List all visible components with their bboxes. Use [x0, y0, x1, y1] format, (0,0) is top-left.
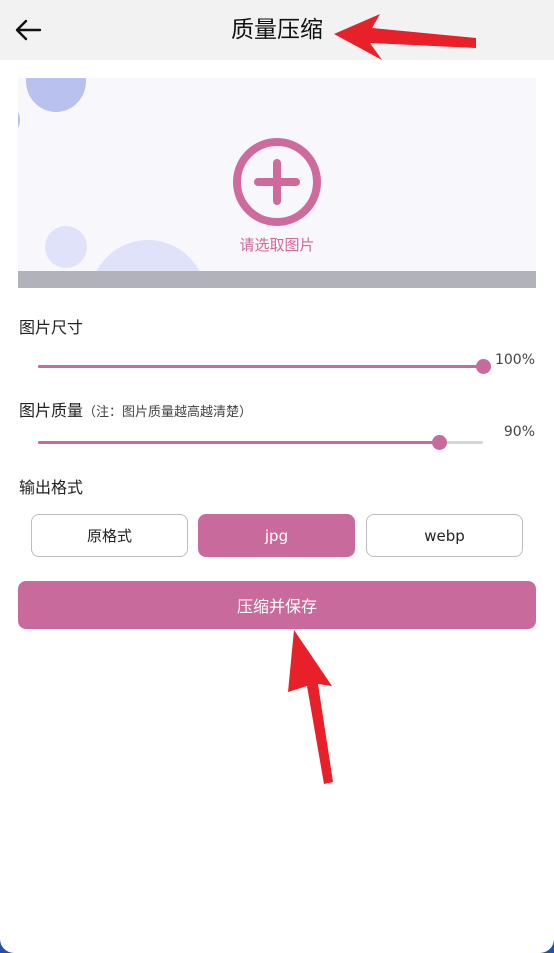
decor-bubble — [26, 78, 86, 112]
format-option-webp[interactable]: webp — [366, 514, 523, 557]
back-button[interactable] — [10, 12, 46, 48]
annotation-arrow-icon — [288, 630, 333, 784]
quality-value: 90% — [503, 424, 535, 440]
back-arrow-icon — [15, 19, 42, 41]
pick-image-label: 请选取图片 — [239, 236, 315, 254]
app-screen: 质量压缩 请选取图片 图片尺寸 100% 图片质量（注：图片质量越高越清楚） 9… — [0, 0, 554, 953]
format-option-jpg[interactable]: jpg — [198, 514, 355, 557]
page-title: 质量压缩 — [231, 17, 323, 43]
quality-label-text: 图片质量 — [19, 401, 84, 420]
image-picker[interactable]: 请选取图片 — [18, 78, 536, 288]
size-section-label: 图片尺寸 — [19, 318, 84, 337]
compress-save-button[interactable]: 压缩并保存 — [18, 581, 536, 629]
slider-thumb[interactable] — [476, 359, 491, 374]
picker-bottom-strip — [18, 271, 536, 288]
size-value: 100% — [494, 352, 535, 368]
quality-slider[interactable] — [38, 432, 483, 452]
slider-fill — [38, 365, 483, 368]
add-circle-icon — [233, 138, 321, 226]
quality-section-label: 图片质量（注：图片质量越高越清楚） — [19, 397, 252, 421]
slider-thumb[interactable] — [431, 435, 447, 450]
slider-fill — [38, 441, 439, 444]
size-slider[interactable] — [38, 356, 491, 376]
quality-note: （注：图片质量越高越清楚） — [83, 405, 253, 420]
format-option-original[interactable]: 原格式 — [31, 514, 188, 557]
format-section-label: 输出格式 — [19, 478, 84, 497]
top-bar: 质量压缩 — [0, 0, 554, 60]
decor-bubble — [18, 108, 20, 132]
